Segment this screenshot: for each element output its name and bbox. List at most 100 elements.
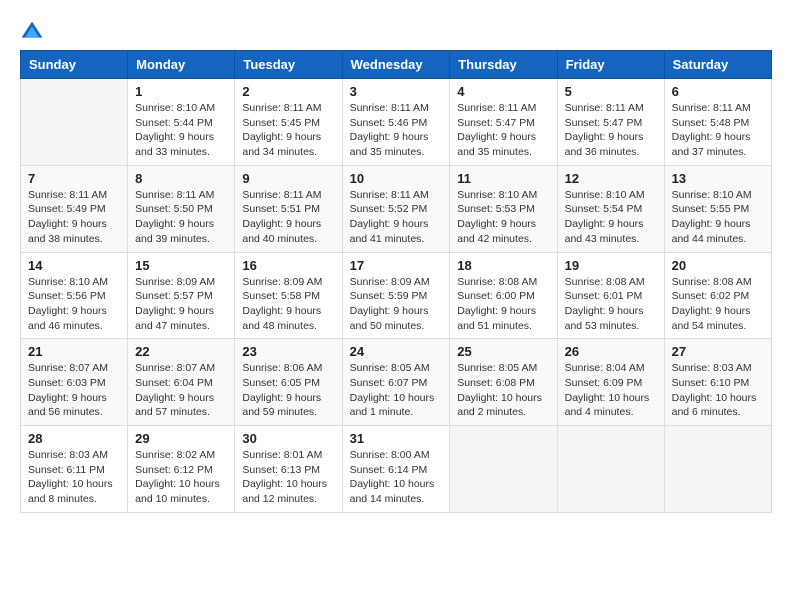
calendar-cell: 10Sunrise: 8:11 AMSunset: 5:52 PMDayligh… xyxy=(342,165,450,252)
day-info: Sunrise: 8:03 AMSunset: 6:11 PMDaylight:… xyxy=(28,448,120,507)
day-number: 10 xyxy=(350,171,443,186)
day-number: 8 xyxy=(135,171,227,186)
day-info: Sunrise: 8:10 AMSunset: 5:53 PMDaylight:… xyxy=(457,188,549,247)
calendar-cell xyxy=(450,426,557,513)
calendar-cell: 30 Sunrise: 8:01 AMSunset: 6:13 PMDayligh… xyxy=(235,426,342,513)
calendar-week-row: 1Sunrise: 8:10 AMSunset: 5:44 PMDaylight… xyxy=(21,79,772,166)
calendar-cell: 7 Sunrise: 8:11 AMSunset: 5:49 PMDaylight… xyxy=(21,165,128,252)
day-info: Sunrise: 8:10 AMSunset: 5:55 PMDaylight:… xyxy=(672,188,764,247)
day-number: 5 xyxy=(565,84,657,99)
calendar-cell: 21 Sunrise: 8:07 AMSunset: 6:03 PMDayligh… xyxy=(21,339,128,426)
calendar-cell: 31 Sunrise: 8:00 AMSunset: 6:14 PMDayligh… xyxy=(342,426,450,513)
calendar-cell: 26 Sunrise: 8:04 AMSunset: 6:09 PMDayligh… xyxy=(557,339,664,426)
day-number: 30 xyxy=(242,431,334,446)
calendar-cell: 24 Sunrise: 8:05 AMSunset: 6:07 PMDayligh… xyxy=(342,339,450,426)
calendar-week-row: 28 Sunrise: 8:03 AMSunset: 6:11 PMDayligh… xyxy=(21,426,772,513)
day-info: Sunrise: 8:11 AMSunset: 5:49 PMDaylight:… xyxy=(28,188,120,247)
day-info: Sunrise: 8:00 AMSunset: 6:14 PMDaylight:… xyxy=(350,448,443,507)
day-info: Sunrise: 8:03 AMSunset: 6:10 PMDaylight:… xyxy=(672,361,764,420)
day-number: 20 xyxy=(672,258,764,273)
day-number: 23 xyxy=(242,344,334,359)
day-number: 14 xyxy=(28,258,120,273)
day-number: 24 xyxy=(350,344,443,359)
day-number: 11 xyxy=(457,171,549,186)
day-number: 13 xyxy=(672,171,764,186)
calendar-cell: 15 Sunrise: 8:09 AMSunset: 5:57 PMDayligh… xyxy=(128,252,235,339)
calendar-cell: 27 Sunrise: 8:03 AMSunset: 6:10 PMDayligh… xyxy=(664,339,771,426)
day-number: 25 xyxy=(457,344,549,359)
calendar-week-row: 7 Sunrise: 8:11 AMSunset: 5:49 PMDaylight… xyxy=(21,165,772,252)
day-of-week-header: Sunday xyxy=(21,51,128,79)
calendar-cell: 23 Sunrise: 8:06 AMSunset: 6:05 PMDayligh… xyxy=(235,339,342,426)
day-info: Sunrise: 8:01 AMSunset: 6:13 PMDaylight:… xyxy=(242,448,334,507)
calendar-cell: 8 Sunrise: 8:11 AMSunset: 5:50 PMDaylight… xyxy=(128,165,235,252)
day-number: 29 xyxy=(135,431,227,446)
calendar-cell: 25 Sunrise: 8:05 AMSunset: 6:08 PMDayligh… xyxy=(450,339,557,426)
calendar-cell: 19Sunrise: 8:08 AMSunset: 6:01 PMDayligh… xyxy=(557,252,664,339)
day-info: Sunrise: 8:08 AMSunset: 6:02 PMDaylight:… xyxy=(672,275,764,334)
day-number: 9 xyxy=(242,171,334,186)
day-number: 21 xyxy=(28,344,120,359)
day-number: 27 xyxy=(672,344,764,359)
calendar-cell: 4 Sunrise: 8:11 AMSunset: 5:47 PMDaylight… xyxy=(450,79,557,166)
day-info: Sunrise: 8:09 AMSunset: 5:57 PMDaylight:… xyxy=(135,275,227,334)
logo-icon xyxy=(20,20,44,40)
day-info: Sunrise: 8:10 AMSunset: 5:56 PMDaylight:… xyxy=(28,275,120,334)
day-number: 16 xyxy=(242,258,334,273)
day-number: 2 xyxy=(242,84,334,99)
day-info: Sunrise: 8:11 AMSunset: 5:45 PMDaylight:… xyxy=(242,101,334,160)
day-of-week-header: Friday xyxy=(557,51,664,79)
day-of-week-header: Thursday xyxy=(450,51,557,79)
day-info: Sunrise: 8:11 AMSunset: 5:47 PMDaylight:… xyxy=(565,101,657,160)
day-info: Sunrise: 8:11 AMSunset: 5:50 PMDaylight:… xyxy=(135,188,227,247)
calendar-week-row: 14 Sunrise: 8:10 AMSunset: 5:56 PMDayligh… xyxy=(21,252,772,339)
calendar-cell: 3 Sunrise: 8:11 AMSunset: 5:46 PMDaylight… xyxy=(342,79,450,166)
calendar-cell: 22 Sunrise: 8:07 AMSunset: 6:04 PMDayligh… xyxy=(128,339,235,426)
day-info: Sunrise: 8:04 AMSunset: 6:09 PMDaylight:… xyxy=(565,361,657,420)
day-number: 4 xyxy=(457,84,549,99)
day-info: Sunrise: 8:02 AMSunset: 6:12 PMDaylight:… xyxy=(135,448,227,507)
calendar-cell: 28 Sunrise: 8:03 AMSunset: 6:11 PMDayligh… xyxy=(21,426,128,513)
calendar-cell: 6 Sunrise: 8:11 AMSunset: 5:48 PMDaylight… xyxy=(664,79,771,166)
day-info: Sunrise: 8:11 AMSunset: 5:51 PMDaylight:… xyxy=(242,188,334,247)
day-info: Sunrise: 8:06 AMSunset: 6:05 PMDaylight:… xyxy=(242,361,334,420)
day-number: 18 xyxy=(457,258,549,273)
calendar-header-row: SundayMondayTuesdayWednesdayThursdayFrid… xyxy=(21,51,772,79)
day-info: Sunrise: 8:11 AMSunset: 5:47 PMDaylight:… xyxy=(457,101,549,160)
day-info: Sunrise: 8:11 AMSunset: 5:46 PMDaylight:… xyxy=(350,101,443,160)
calendar-cell: 14 Sunrise: 8:10 AMSunset: 5:56 PMDayligh… xyxy=(21,252,128,339)
calendar-cell: 1Sunrise: 8:10 AMSunset: 5:44 PMDaylight… xyxy=(128,79,235,166)
calendar-table: SundayMondayTuesdayWednesdayThursdayFrid… xyxy=(20,50,772,513)
day-number: 26 xyxy=(565,344,657,359)
logo xyxy=(20,20,48,40)
calendar-cell xyxy=(557,426,664,513)
calendar-body: 1Sunrise: 8:10 AMSunset: 5:44 PMDaylight… xyxy=(21,79,772,513)
day-number: 6 xyxy=(672,84,764,99)
day-info: Sunrise: 8:11 AMSunset: 5:48 PMDaylight:… xyxy=(672,101,764,160)
day-number: 12 xyxy=(565,171,657,186)
calendar-week-row: 21 Sunrise: 8:07 AMSunset: 6:03 PMDayligh… xyxy=(21,339,772,426)
calendar-cell: 11 Sunrise: 8:10 AMSunset: 5:53 PMDayligh… xyxy=(450,165,557,252)
calendar-cell: 13 Sunrise: 8:10 AMSunset: 5:55 PMDayligh… xyxy=(664,165,771,252)
day-info: Sunrise: 8:10 AMSunset: 5:44 PMDaylight:… xyxy=(135,101,227,160)
day-info: Sunrise: 8:09 AMSunset: 5:58 PMDaylight:… xyxy=(242,275,334,334)
day-of-week-header: Monday xyxy=(128,51,235,79)
day-number: 15 xyxy=(135,258,227,273)
day-info: Sunrise: 8:07 AMSunset: 6:03 PMDaylight:… xyxy=(28,361,120,420)
day-number: 28 xyxy=(28,431,120,446)
day-number: 31 xyxy=(350,431,443,446)
day-of-week-header: Tuesday xyxy=(235,51,342,79)
day-info: Sunrise: 8:07 AMSunset: 6:04 PMDaylight:… xyxy=(135,361,227,420)
calendar-cell: 18Sunrise: 8:08 AMSunset: 6:00 PMDayligh… xyxy=(450,252,557,339)
day-number: 22 xyxy=(135,344,227,359)
day-info: Sunrise: 8:05 AMSunset: 6:07 PMDaylight:… xyxy=(350,361,443,420)
calendar-cell: 2 Sunrise: 8:11 AMSunset: 5:45 PMDaylight… xyxy=(235,79,342,166)
calendar-cell: 9 Sunrise: 8:11 AMSunset: 5:51 PMDaylight… xyxy=(235,165,342,252)
day-number: 19 xyxy=(565,258,657,273)
day-number: 7 xyxy=(28,171,120,186)
day-of-week-header: Saturday xyxy=(664,51,771,79)
calendar-cell: 16 Sunrise: 8:09 AMSunset: 5:58 PMDayligh… xyxy=(235,252,342,339)
day-info: Sunrise: 8:05 AMSunset: 6:08 PMDaylight:… xyxy=(457,361,549,420)
calendar-cell: 20 Sunrise: 8:08 AMSunset: 6:02 PMDayligh… xyxy=(664,252,771,339)
day-number: 3 xyxy=(350,84,443,99)
